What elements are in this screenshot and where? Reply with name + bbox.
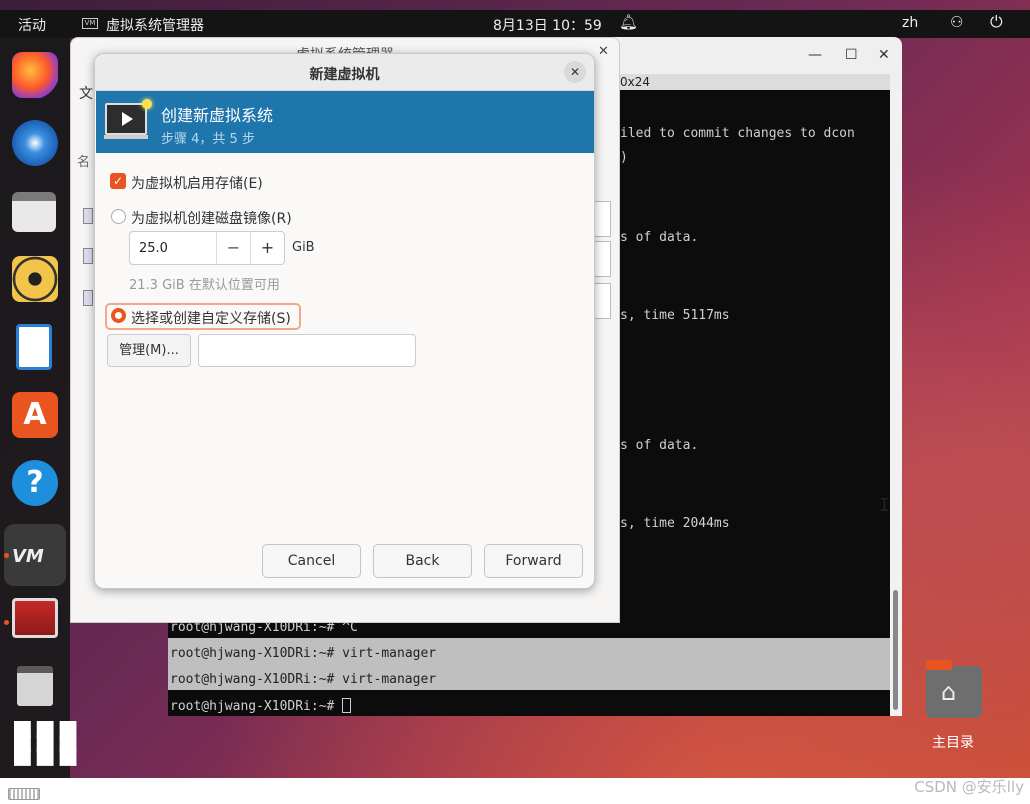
notification-bell-icon[interactable]: 🔔︎ (619, 13, 638, 31)
create-disk-image-label[interactable]: 为虚拟机创建磁盘镜像(R) (131, 208, 292, 228)
house-icon: ⌂ (941, 678, 957, 706)
decrement-button[interactable]: − (216, 232, 250, 264)
vm-row-icon[interactable] (83, 290, 93, 306)
maximize-icon[interactable]: ☐ (845, 47, 858, 63)
running-indicator (4, 620, 9, 625)
bottom-strip (0, 778, 1030, 804)
home-folder-label[interactable]: 主目录 (932, 732, 974, 752)
terminal-line: root@hjwang-X10DRi:~# virt-manager (170, 672, 437, 687)
close-icon[interactable]: ✕ (598, 44, 609, 59)
custom-storage-label[interactable]: 选择或创建自定义存储(S) (131, 308, 291, 328)
wizard-title: 创建新虚拟系统 (161, 106, 274, 125)
app-menu[interactable]: 虚拟系统管理器 (106, 15, 204, 35)
dock: A ? VM ■■■ ■■■ ■■■ (0, 38, 78, 778)
vm-row-icon[interactable] (83, 208, 93, 224)
monitor-play-icon (105, 99, 152, 135)
close-icon[interactable]: ✕ (878, 47, 890, 63)
wizard-step: 步骤 4，共 5 步 (161, 132, 255, 147)
vm-row-icon[interactable] (83, 248, 93, 264)
terminal-line: s of data. (620, 438, 699, 453)
disk-size-unit: GiB (292, 240, 315, 255)
rhythmbox-icon[interactable] (12, 256, 58, 302)
forward-button[interactable]: Forward (484, 544, 583, 578)
files-icon[interactable] (12, 192, 56, 232)
new-vm-dialog: 新建虚拟机 ✕ 创建新虚拟系统 步骤 4，共 5 步 ✓ 为虚拟机启用存储(E)… (94, 53, 595, 589)
disk-size-input[interactable]: 25.0 (139, 241, 168, 256)
watermark: CSDN @安乐lly (914, 778, 1024, 796)
dialog-titlebar: 新建虚拟机 ✕ (95, 54, 594, 91)
text-cursor-icon: I (879, 495, 890, 516)
app-center-icon[interactable]: A (12, 392, 58, 438)
firefox-icon[interactable] (12, 52, 58, 98)
back-button[interactable]: Back (373, 544, 472, 578)
enable-storage-label[interactable]: 为虚拟机启用存储(E) (131, 173, 263, 193)
terminal-line: iled to commit changes to dcon (620, 126, 855, 141)
network-icon[interactable]: ⚇ (950, 13, 963, 31)
clock[interactable]: 8月13日 10：59 (493, 15, 602, 35)
wizard-header: 创建新虚拟系统 步骤 4，共 5 步 (96, 91, 594, 153)
power-icon[interactable]: ⏻ (990, 12, 1003, 32)
free-space-hint: 21.3 GiB 在默认位置可用 (129, 278, 280, 293)
terminal-line: ) (620, 150, 628, 165)
dialog-title: 新建虚拟机 (309, 67, 380, 83)
scroll-thumb[interactable] (893, 590, 898, 710)
virt-manager-dock-icon[interactable]: VM (4, 524, 66, 586)
thunderbird-icon[interactable] (12, 120, 58, 166)
virt-manager-app-icon: VM (82, 18, 98, 29)
terminal-prompt-line: root@hjwang-X10DRi:~# (170, 698, 352, 714)
cancel-button[interactable]: Cancel (262, 544, 361, 578)
help-icon[interactable]: ? (12, 460, 58, 506)
terminal-app-icon[interactable] (12, 598, 58, 638)
writer-icon[interactable] (16, 324, 52, 370)
manage-button[interactable]: 管理(M)... (107, 334, 191, 367)
activities-button[interactable]: 活动 (18, 15, 46, 35)
name-column-header: 名 (77, 155, 91, 170)
top-bar: 活动 VM 虚拟系统管理器 8月13日 10：59 🔔︎ zh ⚇ ⏻ (0, 10, 1030, 38)
home-folder-icon[interactable]: ⌂ (926, 660, 982, 718)
keyboard-icon[interactable] (8, 788, 40, 800)
terminal-size-label: 0x24 (600, 74, 890, 90)
enable-storage-checkbox[interactable]: ✓ (110, 173, 126, 189)
custom-storage-radio[interactable] (111, 308, 126, 323)
terminal-cursor (342, 698, 352, 713)
input-language-indicator[interactable]: zh (902, 15, 918, 31)
custom-storage-path-input[interactable] (198, 334, 416, 367)
increment-button[interactable]: + (250, 232, 284, 264)
show-apps-grid-icon[interactable]: ■■■ ■■■ ■■■ (12, 718, 78, 768)
trash-icon[interactable] (17, 666, 53, 706)
minimize-icon[interactable]: — (808, 47, 822, 63)
running-indicator (4, 553, 9, 558)
terminal-line: s, time 2044ms (620, 516, 730, 531)
terminal-scrollbar[interactable] (890, 90, 902, 716)
menu-file[interactable]: 文 (79, 83, 93, 103)
terminal-line: s of data. (620, 230, 699, 245)
close-icon[interactable]: ✕ (564, 61, 586, 83)
vmm-logo-text: VM (12, 546, 44, 567)
terminal-line: root@hjwang-X10DRi:~# virt-manager (170, 646, 437, 661)
disk-size-stepper[interactable]: 25.0 − + (129, 231, 285, 265)
terminal-line: s, time 5117ms (620, 308, 730, 323)
create-disk-image-radio[interactable] (111, 209, 126, 224)
